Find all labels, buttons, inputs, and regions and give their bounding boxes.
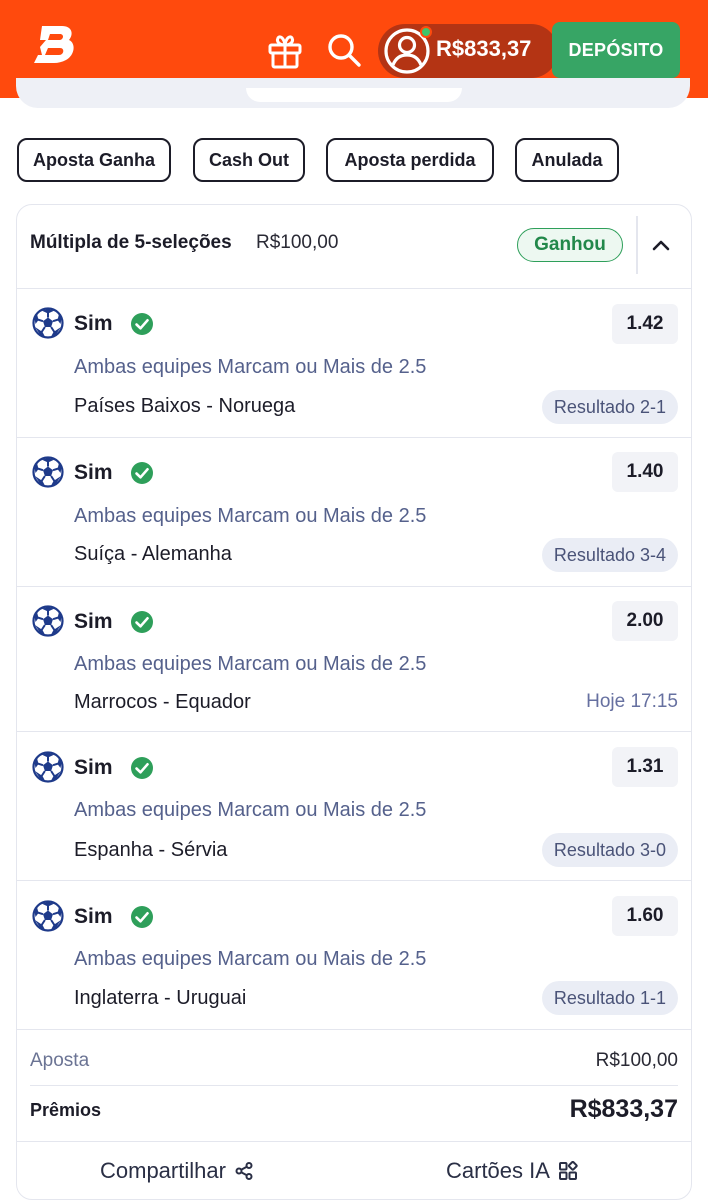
bet-stake: R$100,00 bbox=[256, 232, 339, 253]
check-circle-icon bbox=[131, 462, 153, 484]
stake-value: R$100,00 bbox=[595, 1050, 678, 1071]
result-badge: Resultado 2-1 bbox=[541, 390, 678, 424]
divider bbox=[17, 437, 691, 438]
soccer-ball-icon bbox=[32, 605, 64, 637]
selection-pick: Sim bbox=[74, 905, 113, 928]
selection-odds: 2.00 bbox=[612, 601, 678, 641]
chevron-up-icon[interactable] bbox=[650, 234, 672, 256]
selection-match[interactable]: Inglaterra - Uruguai bbox=[74, 987, 246, 1010]
filter-chip-void[interactable]: Anulada bbox=[515, 138, 619, 182]
soccer-ball-icon bbox=[32, 456, 64, 488]
filter-chip-lost[interactable]: Aposta perdida bbox=[326, 138, 494, 182]
online-status-dot bbox=[420, 26, 432, 38]
selection-match[interactable]: Espanha - Sérvia bbox=[74, 839, 227, 862]
selection-pick: Sim bbox=[74, 312, 113, 335]
check-circle-icon bbox=[131, 906, 153, 928]
selection-odds: 1.42 bbox=[612, 304, 678, 344]
selection-market: Ambas equipes Marcam ou Mais de 2.5 bbox=[74, 505, 427, 527]
prize-label: Prêmios bbox=[30, 1100, 102, 1120]
divider bbox=[17, 1141, 691, 1142]
selection-market: Ambas equipes Marcam ou Mais de 2.5 bbox=[74, 948, 427, 970]
previous-section-tab bbox=[246, 88, 462, 102]
event-time: Hoje 17:15 bbox=[586, 691, 678, 712]
divider bbox=[17, 586, 691, 587]
stake-label: Aposta bbox=[30, 1050, 90, 1071]
divider bbox=[17, 731, 691, 732]
divider bbox=[17, 1029, 691, 1030]
check-circle-icon bbox=[131, 757, 153, 779]
selection-match[interactable]: Suíça - Alemanha bbox=[74, 543, 232, 566]
selection-match[interactable]: Países Baixos - Noruega bbox=[74, 395, 295, 418]
check-circle-icon bbox=[131, 611, 153, 633]
result-badge: Resultado 1-1 bbox=[541, 981, 678, 1015]
header-divider bbox=[636, 216, 638, 274]
divider bbox=[30, 1085, 678, 1086]
result-badge: Resultado 3-4 bbox=[541, 538, 678, 572]
ai-cards-label: Cartões IA bbox=[446, 1158, 550, 1183]
filter-chip-cashout[interactable]: Cash Out bbox=[193, 138, 305, 182]
grid-icon bbox=[558, 1161, 578, 1180]
divider bbox=[17, 880, 691, 881]
divider bbox=[17, 288, 691, 289]
ai-cards-button[interactable]: Cartões IA bbox=[446, 1152, 578, 1190]
selection-pick: Sim bbox=[74, 610, 113, 633]
result-badge: Resultado 3-0 bbox=[541, 833, 678, 867]
selection-market: Ambas equipes Marcam ou Mais de 2.5 bbox=[74, 356, 427, 378]
selection-market: Ambas equipes Marcam ou Mais de 2.5 bbox=[74, 653, 427, 675]
bet-title: Múltipla de 5-seleções bbox=[30, 232, 232, 253]
gift-icon[interactable] bbox=[266, 32, 304, 70]
selection-pick: Sim bbox=[74, 756, 113, 779]
selection-odds: 1.31 bbox=[612, 747, 678, 787]
deposit-button[interactable]: DEPÓSITO bbox=[552, 22, 680, 78]
selection-odds: 1.60 bbox=[612, 896, 678, 936]
selection-match[interactable]: Marrocos - Equador bbox=[74, 691, 251, 714]
status-badge: Ganhou bbox=[517, 228, 623, 262]
brand-logo-icon[interactable] bbox=[28, 22, 80, 70]
filter-chip-won[interactable]: Aposta Ganha bbox=[17, 138, 171, 182]
share-label: Compartilhar bbox=[100, 1158, 226, 1183]
check-circle-icon bbox=[131, 313, 153, 335]
selection-market: Ambas equipes Marcam ou Mais de 2.5 bbox=[74, 799, 427, 821]
soccer-ball-icon bbox=[32, 307, 64, 339]
soccer-ball-icon bbox=[32, 900, 64, 932]
selection-pick: Sim bbox=[74, 461, 113, 484]
prize-value: R$833,37 bbox=[569, 1095, 678, 1123]
search-icon[interactable] bbox=[326, 32, 362, 68]
account-balance[interactable]: R$833,37 bbox=[436, 36, 531, 62]
share-button[interactable]: Compartilhar bbox=[100, 1152, 254, 1190]
share-icon bbox=[235, 1162, 253, 1180]
soccer-ball-icon bbox=[32, 751, 64, 783]
selection-odds: 1.40 bbox=[612, 452, 678, 492]
